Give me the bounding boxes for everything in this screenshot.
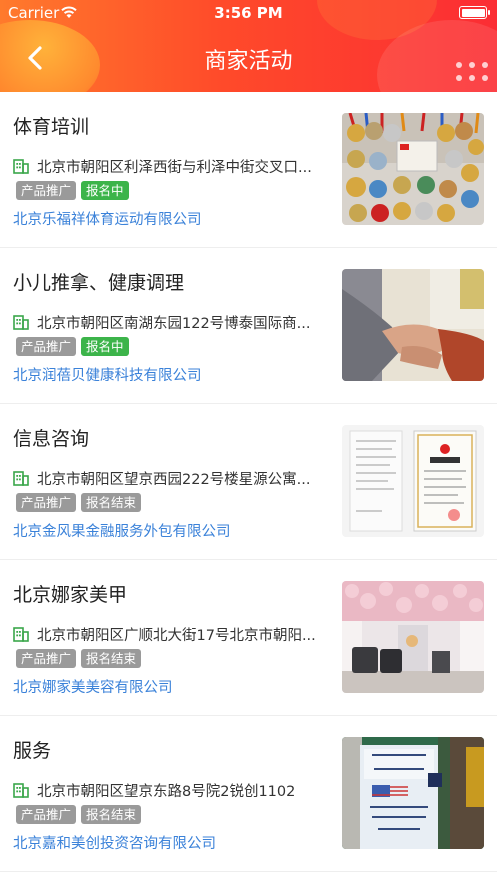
address-row: 北京市朝阳区望京东路8号院2锐创1102 (13, 780, 338, 800)
category-tag: 产品推广 (16, 805, 77, 824)
activity-list-item[interactable]: 体育培训 北京市朝阳区利泽西街与利泽中街交叉口... 产品推广 报名中 北京乐福… (0, 92, 497, 248)
status-badge: 报名中 (81, 337, 129, 356)
dots-decoration-icon (449, 60, 489, 86)
category-tag: 产品推广 (16, 337, 77, 356)
building-icon (13, 159, 29, 174)
activity-title: 体育培训 (13, 116, 90, 138)
building-icon (13, 627, 29, 642)
address-text: 北京市朝阳区望京西园222号楼星源公寓... (37, 471, 311, 488)
company-link[interactable]: 北京金风果金融服务外包有限公司 (13, 520, 231, 541)
tag-row: 产品推广 报名结束 (16, 493, 142, 512)
medals-photo (342, 113, 484, 225)
category-tag: 产品推广 (16, 493, 77, 512)
address-row: 北京市朝阳区广顺北大街17号北京市朝阳... (13, 624, 338, 644)
status-bar: Carrier 3:56 PM (0, 0, 497, 26)
battery-icon (459, 6, 490, 19)
tag-row: 产品推广 报名中 (16, 181, 129, 200)
activity-list-item[interactable]: 信息咨询 北京市朝阳区望京西园222号楼星源公寓... 产品推广 报名结束 北京… (0, 404, 497, 560)
license-photo (342, 425, 484, 537)
activity-title: 小儿推拿、健康调理 (13, 272, 185, 294)
company-link[interactable]: 北京嘉和美创投资咨询有限公司 (13, 832, 216, 853)
company-link[interactable]: 北京润蓓贝健康科技有限公司 (13, 364, 202, 385)
activity-list-item[interactable]: 小儿推拿、健康调理 北京市朝阳区南湖东园122号博泰国际商... 产品推广 报名… (0, 248, 497, 404)
building-icon (13, 315, 29, 330)
vote-sign-photo (342, 737, 484, 849)
activity-list: 体育培训 北京市朝阳区利泽西街与利泽中街交叉口... 产品推广 报名中 北京乐福… (0, 92, 497, 872)
tag-row: 产品推广 报名结束 (16, 649, 142, 668)
nav-header: Carrier 3:56 PM 商家活动 (0, 0, 497, 92)
tag-row: 产品推广 报名中 (16, 337, 129, 356)
page-title: 商家活动 (204, 49, 293, 74)
address-row: 北京市朝阳区南湖东园122号博泰国际商... (13, 312, 338, 332)
clock: 3:56 PM (214, 4, 283, 22)
address-text: 北京市朝阳区利泽西街与利泽中街交叉口... (37, 159, 312, 176)
tag-row: 产品推广 报名结束 (16, 805, 142, 824)
building-icon (13, 471, 29, 486)
activity-title: 信息咨询 (13, 428, 90, 450)
address-row: 北京市朝阳区望京西园222号楼星源公寓... (13, 468, 338, 488)
company-link[interactable]: 北京乐福祥体育运动有限公司 (13, 208, 202, 229)
category-tag: 产品推广 (16, 649, 77, 668)
address-text: 北京市朝阳区广顺北大街17号北京市朝阳... (37, 627, 316, 644)
status-badge: 报名结束 (81, 493, 142, 512)
activity-list-item[interactable]: 北京娜家美甲 北京市朝阳区广顺北大街17号北京市朝阳... 产品推广 报名结束 … (0, 560, 497, 716)
category-tag: 产品推广 (16, 181, 77, 200)
status-badge: 报名结束 (81, 805, 142, 824)
status-badge: 报名结束 (81, 649, 142, 668)
company-link[interactable]: 北京娜家美美容有限公司 (13, 676, 173, 697)
activity-title: 服务 (13, 740, 52, 762)
address-text: 北京市朝阳区南湖东园122号博泰国际商... (37, 315, 311, 332)
status-badge: 报名中 (81, 181, 129, 200)
address-row: 北京市朝阳区利泽西街与利泽中街交叉口... (13, 156, 338, 176)
massage-photo (342, 269, 484, 381)
address-text: 北京市朝阳区望京东路8号院2锐创1102 (37, 783, 296, 800)
activity-title: 北京娜家美甲 (13, 584, 128, 606)
salon-photo (342, 581, 484, 693)
activity-list-item[interactable]: 服务 北京市朝阳区望京东路8号院2锐创1102 产品推广 报名结束 北京嘉和美创… (0, 716, 497, 872)
building-icon (13, 783, 29, 798)
